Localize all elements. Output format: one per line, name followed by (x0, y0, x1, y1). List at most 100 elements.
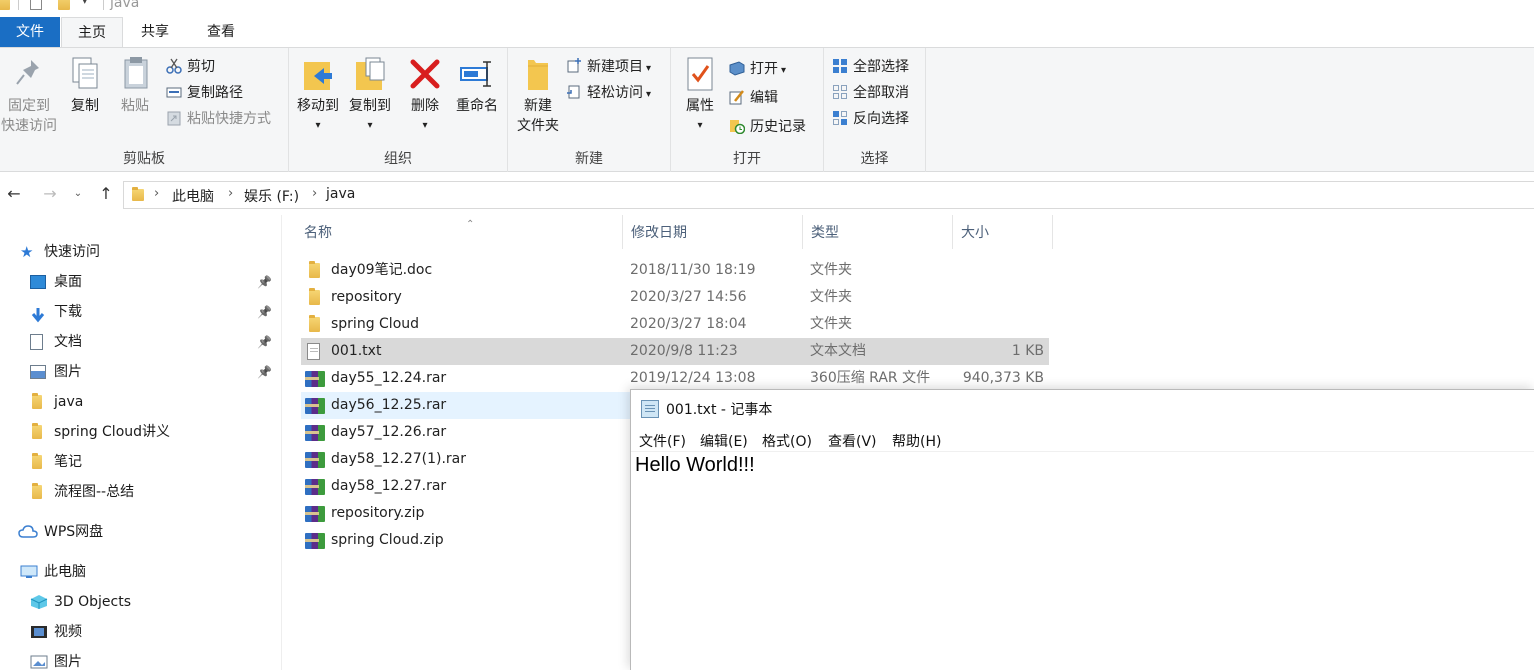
new-item-dropdown-icon: ▾ (646, 63, 652, 74)
nav-videos-label: 视频 (54, 624, 82, 640)
copy-to-button[interactable]: 复制到 ▾ (345, 54, 395, 136)
tab-share[interactable]: 共享 (124, 17, 186, 47)
move-to-icon (300, 54, 336, 94)
history-clock-icon (729, 118, 746, 135)
file-row[interactable]: repository 2020/3/27 14:56 文件夹 (301, 284, 1049, 311)
rar-icon (305, 398, 325, 414)
properties-button[interactable]: 属性 ▾ (677, 54, 723, 136)
computer-icon (20, 565, 38, 578)
nav-this-pc-label: 此电脑 (44, 564, 86, 580)
sidebar-item-label: 桌面 (54, 274, 82, 290)
new-folder-quick-icon[interactable] (58, 0, 70, 10)
select-all-icon (832, 58, 848, 74)
file-row[interactable]: spring Cloud 2020/3/27 18:04 文件夹 (301, 311, 1049, 338)
file-row[interactable]: day55_12.24.rar 2019/12/24 13:08 360压缩 RAR… (301, 365, 1049, 392)
column-header-type[interactable]: 类型 (803, 215, 953, 249)
column-header-name[interactable]: ⌃ 名称 (296, 215, 623, 249)
new-item-button[interactable]: 新建项目 ▾ (566, 55, 651, 79)
paste-shortcut-label: 粘贴快捷方式 (187, 111, 271, 127)
open-button[interactable]: 打开 ▾ (729, 57, 786, 81)
file-type: 文件夹 (810, 316, 852, 332)
column-header-date[interactable]: 修改日期 (623, 215, 803, 249)
rename-button[interactable]: 重命名 (449, 54, 505, 116)
file-date: 2019/12/24 13:08 (630, 370, 756, 386)
sidebar-item[interactable]: 流程图--总结 (30, 477, 280, 507)
sidebar-item-label: 下载 (54, 304, 82, 320)
breadcrumb-separator-icon[interactable]: › (312, 186, 317, 201)
menu-edit[interactable]: 编辑(E) (700, 431, 748, 451)
sidebar-item[interactable]: 图片 📌 (30, 357, 280, 387)
column-type-label: 类型 (811, 225, 839, 241)
notepad-title-bar[interactable]: 001.txt - 记事本 (631, 390, 1534, 428)
address-bar[interactable]: › 此电脑 › 娱乐 (F:) › java (123, 181, 1534, 209)
folder-icon (132, 187, 144, 201)
menu-format[interactable]: 格式(O) (762, 431, 812, 451)
new-folder-icon (520, 54, 556, 94)
cut-button[interactable]: 剪切 (166, 55, 215, 79)
easy-access-label: 轻松访问 (587, 85, 643, 101)
file-row[interactable]: 001.txt 2020/9/8 11:23 文本文档 1 KB (301, 338, 1049, 365)
tab-file[interactable]: 文件 (0, 17, 60, 47)
rar-icon (305, 452, 325, 468)
delete-button[interactable]: 删除 ▾ (403, 54, 447, 136)
select-all-button[interactable]: 全部选择 (832, 55, 909, 79)
forward-arrow-icon[interactable]: → (40, 183, 60, 205)
select-none-button[interactable]: 全部取消 (832, 81, 909, 105)
copy-button[interactable]: 复制 (62, 54, 108, 116)
new-item-label: 新建项目 (587, 59, 643, 75)
organize-group-label: 组织 (384, 151, 412, 167)
history-button[interactable]: 历史记录 (729, 115, 806, 139)
properties-label: 属性 (686, 98, 714, 114)
delete-label: 删除 (411, 98, 439, 114)
customize-quick-access-icon[interactable]: ▾ (82, 0, 88, 7)
title-bar: ▾ java (0, 0, 1534, 16)
file-date: 2018/11/30 18:19 (630, 262, 756, 278)
file-row[interactable]: day56_12.25.rar (301, 392, 631, 419)
copy-path-button[interactable]: 复制路径 (166, 81, 243, 105)
breadcrumb-drive[interactable]: 娱乐 (F:) (244, 186, 299, 206)
back-arrow-icon[interactable]: ← (4, 183, 24, 205)
sidebar-item-label: 笔记 (54, 454, 82, 470)
paste-shortcut-button[interactable]: 粘贴快捷方式 (166, 107, 271, 131)
notepad-title: 001.txt - 记事本 (666, 402, 773, 418)
menu-help[interactable]: 帮助(H) (892, 431, 941, 451)
breadcrumb-this-pc[interactable]: 此电脑 (172, 186, 214, 206)
breadcrumb-separator-icon[interactable]: › (228, 186, 233, 201)
breadcrumb-separator-icon[interactable]: › (154, 186, 159, 201)
edit-button[interactable]: 编辑 (729, 86, 778, 110)
menu-file[interactable]: 文件(F) (639, 431, 686, 451)
copy-label: 复制 (71, 98, 99, 114)
move-to-button[interactable]: 移动到 ▾ (293, 54, 343, 136)
tab-home[interactable]: 主页 (61, 17, 123, 48)
open-icon (729, 60, 745, 76)
paste-button[interactable]: 粘贴 (112, 54, 158, 116)
sidebar-item[interactable]: 文档 📌 (30, 327, 280, 357)
up-arrow-icon[interactable]: ↑ (96, 183, 116, 205)
folder-icon (0, 0, 10, 10)
notepad-menu-bar: 文件(F) 编辑(E) 格式(O) 查看(V) 帮助(H) (631, 428, 1534, 452)
pin-to-quick-access-button[interactable]: 固定到 快速访问 (0, 54, 60, 136)
sidebar-item[interactable]: 桌面 📌 (30, 267, 280, 297)
recent-locations-chevron-icon[interactable]: ⌄ (68, 183, 88, 205)
easy-access-button[interactable]: 轻松访问 ▾ (566, 81, 651, 105)
new-folder-button[interactable]: 新建 文件夹 (512, 54, 564, 136)
breadcrumb-java[interactable]: java (326, 186, 355, 202)
sidebar-item-label: 图片 (54, 364, 82, 380)
file-row[interactable]: day09笔记.doc 2018/11/30 18:19 文件夹 (301, 257, 1049, 284)
properties-check-icon[interactable] (30, 0, 42, 10)
pin-label-line2: 快速访问 (1, 118, 57, 134)
properties-icon (682, 54, 718, 94)
notepad-window[interactable]: 001.txt - 记事本 文件(F) 编辑(E) 格式(O) 查看(V) 帮助… (630, 389, 1534, 670)
copy-to-dropdown-icon: ▾ (367, 120, 373, 131)
sidebar-item[interactable]: java (30, 387, 280, 417)
invert-selection-button[interactable]: 反向选择 (832, 107, 909, 131)
tab-view[interactable]: 查看 (186, 17, 256, 47)
column-header-size[interactable]: 大小 (953, 215, 1053, 249)
sidebar-item[interactable]: spring Cloud讲义 (30, 417, 280, 447)
sidebar-item[interactable]: 下载 📌 (30, 297, 280, 327)
menu-view[interactable]: 查看(V) (828, 431, 877, 451)
notepad-text-area[interactable]: Hello World!!! (635, 454, 755, 477)
text-file-icon (307, 343, 320, 360)
open-group: 属性 ▾ 打开 ▾ 编辑 历史记录 打开 (671, 48, 824, 172)
sidebar-item[interactable]: 笔记 (30, 447, 280, 477)
